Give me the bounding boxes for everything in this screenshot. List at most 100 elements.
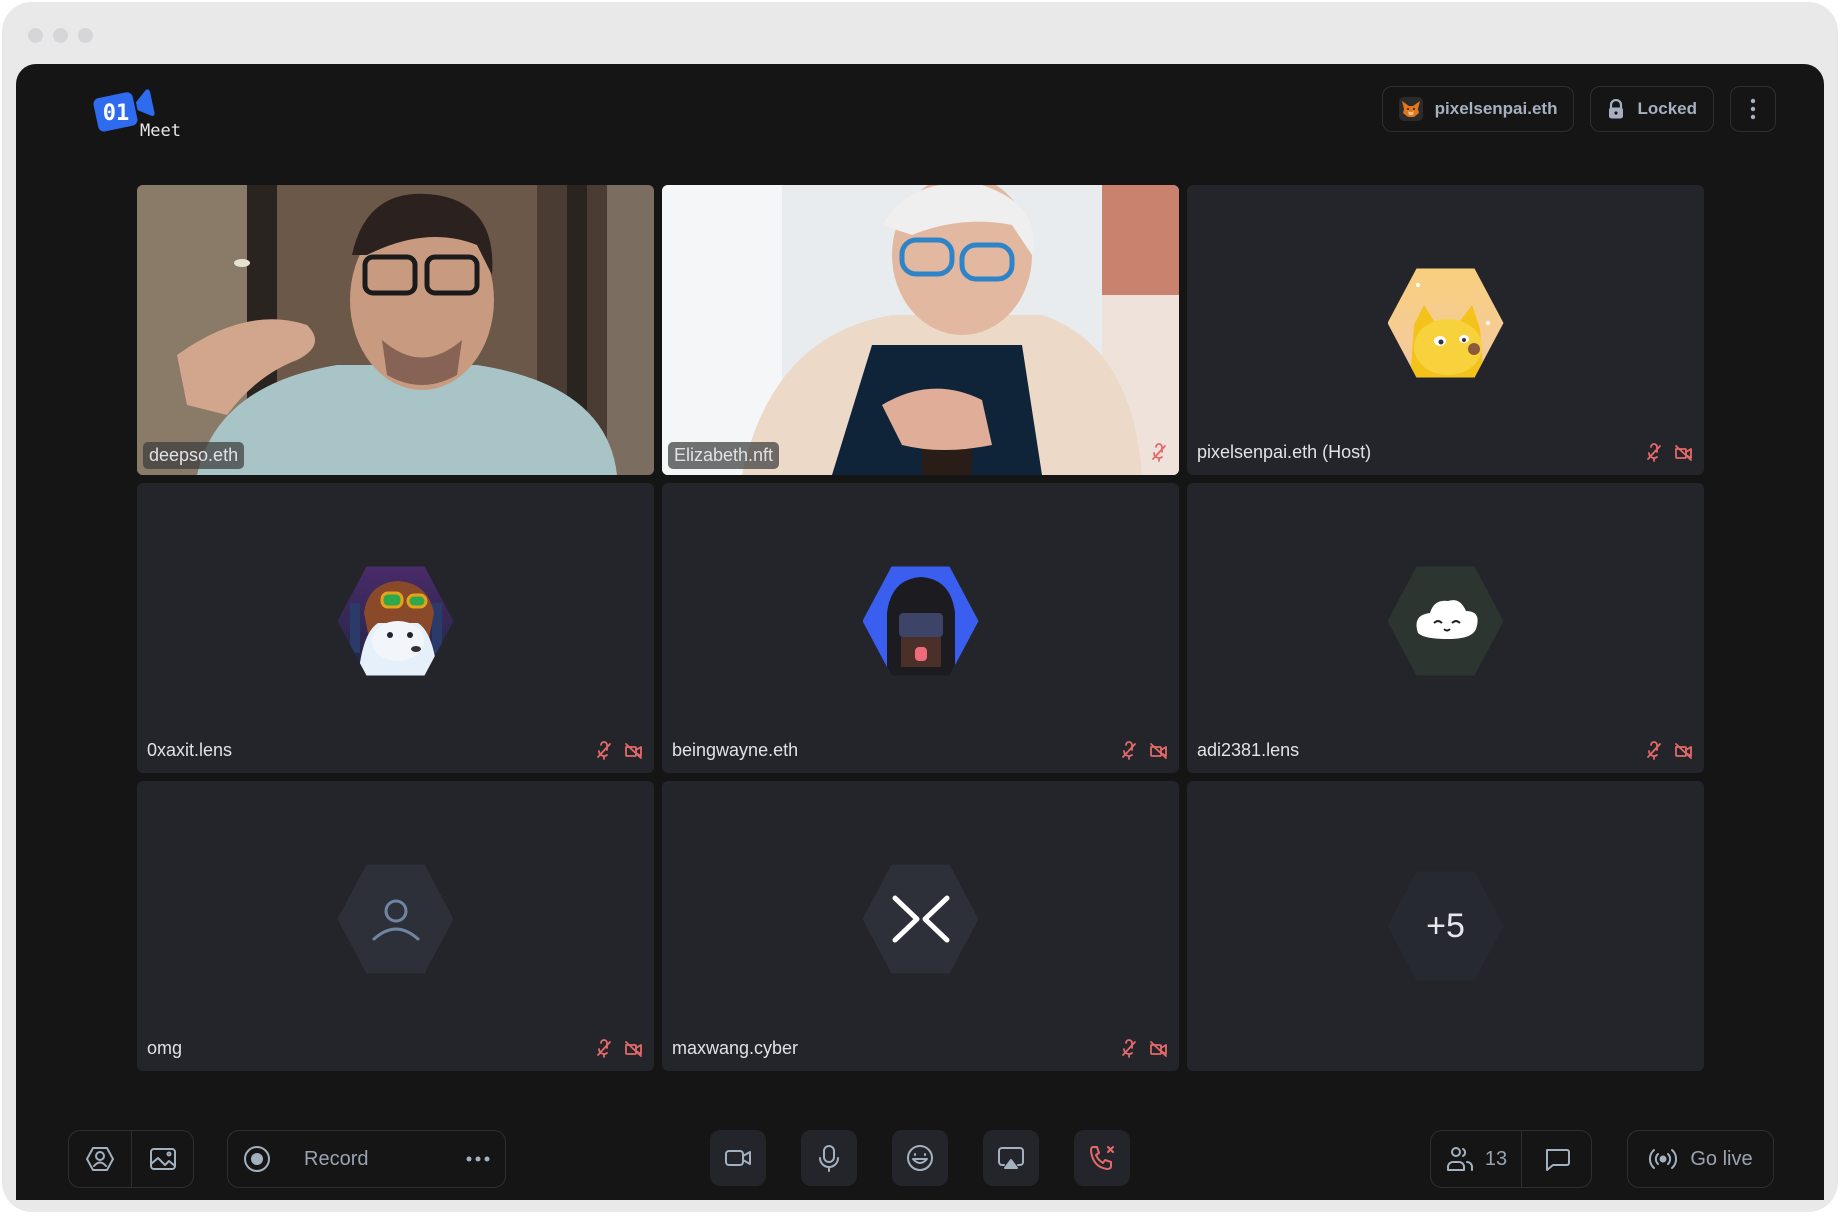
participant-tile[interactable]: 0xaxit.lens (137, 483, 654, 773)
participant-name: maxwang.cyber (672, 1038, 799, 1058)
participants-chat-group: 13 (1430, 1130, 1592, 1188)
participants-button[interactable]: 13 (1431, 1131, 1521, 1187)
image-icon (149, 1148, 176, 1170)
camera-off-icon (1675, 445, 1692, 461)
more-participants-count: +5 (1426, 906, 1465, 945)
leave-call-button[interactable] (1074, 1130, 1130, 1186)
window-close-dot[interactable] (28, 28, 43, 43)
account-label: pixelsenpai.eth (1434, 99, 1558, 118)
participant-status (1119, 1039, 1169, 1059)
emoji-icon (907, 1145, 933, 1171)
participant-grid: deepso.eth Elizabeth.nft pixelsenpai.eth… (137, 185, 1704, 1071)
participant-name: beingwayne.eth (672, 740, 799, 760)
goggle-dog-avatar-icon (349, 581, 442, 676)
participant-tile[interactable]: Elizabeth.nft (662, 185, 1179, 475)
record-control[interactable]: Record (227, 1130, 506, 1188)
video-camera-icon (725, 1150, 751, 1166)
meeting-toolbar: Record 13 Go live (16, 1130, 1824, 1188)
broadcast-icon (1649, 1149, 1678, 1169)
window-controls (28, 28, 93, 43)
participant-tile[interactable]: beingwayne.eth (662, 483, 1179, 773)
account-button[interactable]: pixelsenpai.eth (1381, 86, 1575, 132)
end-call-icon (1090, 1146, 1114, 1170)
camera-off-icon (1150, 1041, 1167, 1057)
camera-off-icon (625, 743, 642, 759)
lock-icon (1609, 99, 1624, 119)
cloud-avatar-icon (1416, 600, 1478, 640)
mic-muted-icon (597, 1039, 611, 1058)
window-minimize-dot[interactable] (53, 28, 68, 43)
mic-muted-icon (1647, 741, 1661, 760)
microphone-toggle-button[interactable] (801, 1130, 857, 1186)
go-live-button[interactable]: Go live (1627, 1130, 1774, 1188)
participant-avatar (337, 861, 454, 977)
mic-muted-icon (1122, 741, 1136, 760)
avatar-background-group (68, 1130, 194, 1188)
yellow-dog-avatar-icon (1409, 283, 1490, 378)
chat-icon (1545, 1149, 1570, 1171)
participant-tile[interactable]: pixelsenpai.eth (Host) (1187, 185, 1704, 475)
mic-muted-icon (1647, 443, 1661, 462)
participant-name: deepso.eth (143, 442, 245, 469)
lock-button[interactable]: Locked (1590, 86, 1714, 132)
chat-button[interactable] (1521, 1131, 1591, 1187)
background-button[interactable] (131, 1131, 193, 1187)
cyberconnect-logo-icon (892, 895, 949, 943)
participant-status (594, 741, 644, 761)
more-options-button[interactable] (1730, 86, 1776, 132)
users-icon (1446, 1147, 1473, 1171)
user-icon (372, 899, 419, 941)
app-logo: 01 Meet (90, 84, 200, 141)
participant-name: 0xaxit.lens (147, 740, 233, 760)
participant-status (1644, 443, 1694, 463)
participant-tile[interactable]: omg (137, 781, 654, 1071)
screen-share-button[interactable] (983, 1130, 1039, 1186)
camera-off-icon (625, 1041, 642, 1057)
participant-name: omg (147, 1038, 183, 1058)
more-vertical-icon (1750, 98, 1756, 120)
participants-count: 13 (1484, 1147, 1508, 1170)
user-hexagon-icon (86, 1147, 114, 1171)
reactions-button[interactable] (892, 1130, 948, 1186)
microphone-icon (819, 1145, 839, 1172)
participant-avatar (862, 861, 979, 977)
participant-name: Elizabeth.nft (668, 442, 780, 469)
participant-status (594, 1039, 644, 1059)
window-maximize-dot[interactable] (78, 28, 93, 43)
mic-muted-icon (1152, 443, 1166, 462)
more-participants-badge: +5 (1387, 868, 1504, 984)
participant-avatar (337, 563, 454, 679)
avatar-button[interactable] (69, 1131, 131, 1187)
participant-avatar (862, 563, 979, 679)
participant-tile[interactable]: adi2381.lens (1187, 483, 1704, 773)
mic-muted-icon (597, 741, 611, 760)
participant-status (1119, 741, 1169, 761)
go-live-label: Go live (1690, 1147, 1753, 1170)
hooded-character-avatar-icon (886, 577, 955, 676)
mic-muted-icon (1122, 1039, 1136, 1058)
logo-text: Meet (140, 121, 181, 140)
participant-video (662, 185, 1179, 475)
header-actions: pixelsenpai.eth Locked (1381, 86, 1776, 132)
more-participants-tile[interactable]: +5 (1187, 781, 1704, 1071)
camera-off-icon (1675, 743, 1692, 759)
camera-toggle-button[interactable] (710, 1130, 766, 1186)
meeting-app: 01 Meet pixelsenpai.eth Locked deepso.et… (16, 64, 1824, 1200)
participant-tile[interactable]: maxwang.cyber (662, 781, 1179, 1071)
lock-label: Locked (1637, 99, 1697, 118)
logo-camera-icon: 01 Meet (93, 89, 181, 141)
participant-video (137, 185, 654, 475)
participant-name: pixelsenpai.eth (Host) (1197, 442, 1372, 462)
participant-tile[interactable]: deepso.eth (137, 185, 654, 475)
logo-badge-text: 01 (103, 101, 130, 126)
camera-off-icon (1150, 743, 1167, 759)
participant-avatar (1387, 563, 1504, 679)
participant-status (1149, 443, 1169, 463)
screen-share-icon (998, 1147, 1024, 1169)
participant-status (1644, 741, 1694, 761)
participant-name: adi2381.lens (1197, 740, 1300, 760)
participant-avatar (1387, 265, 1504, 381)
record-icon (244, 1146, 270, 1172)
more-horizontal-icon[interactable] (465, 1155, 491, 1163)
record-label: Record (304, 1147, 369, 1170)
